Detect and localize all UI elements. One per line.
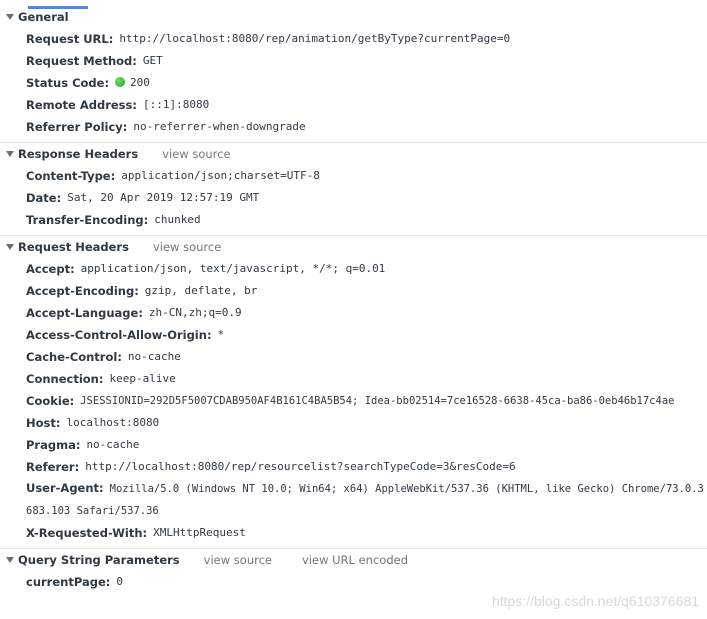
header-value: application/json, text/javascript, */*; … [80,262,386,275]
query-string-section: Query String Parameters view source view… [0,549,707,597]
header-key: Accept-Language: [26,306,143,320]
header-key: Referrer Policy: [26,120,128,134]
header-row: Accept: application/json, text/javascript… [0,258,707,280]
view-source-link[interactable]: view source [162,147,230,161]
header-value: 0 [116,575,123,588]
header-row: Transfer-Encoding: chunked [0,209,707,231]
header-key: User-Agent: [26,481,104,495]
header-value: gzip, deflate, br [144,284,258,297]
header-row: Cookie: JSESSIONID=292D5F5007CDAB950AF4B1… [0,390,707,412]
response-headers-header[interactable]: Response Headers view source [0,143,707,165]
expand-triangle-icon [6,14,14,20]
header-value: * [217,328,225,341]
expand-triangle-icon [6,557,14,563]
header-key: Access-Control-Allow-Origin: [26,328,212,342]
header-value: Sat, 20 Apr 2019 12:57:19 GMT [67,191,260,204]
header-value: chunked [154,213,201,226]
active-tab-indicator [28,6,88,9]
header-key: Cookie: [26,394,75,408]
section-title: Response Headers [18,147,139,161]
header-key: Pragma: [26,438,81,452]
header-key: Connection: [26,372,104,386]
header-value: keep-alive [109,372,176,385]
header-key: Accept: [26,262,75,276]
header-row: Request Method: GET [0,50,707,72]
view-source-link[interactable]: view source [204,553,272,567]
header-value: localhost:8080 [66,416,160,429]
header-row: Referer: http://localhost:8080/rep/resour… [0,456,707,478]
response-headers-section: Response Headers view source Content-Typ… [0,143,707,236]
header-key: Remote Address: [26,98,137,112]
header-key: Content-Type: [26,169,116,183]
header-key: currentPage: [26,575,111,589]
request-headers-header[interactable]: Request Headers view source [0,236,707,258]
query-string-header[interactable]: Query String Parameters view source view… [0,549,707,571]
tab-underline [0,6,707,9]
expand-triangle-icon [6,244,14,250]
header-value: JSESSIONID=292D5F5007CDAB950AF4B161C4BA5… [80,395,675,407]
watermark: https://blog.csdn.net/q610376681 [491,593,699,609]
section-title: General [18,10,69,24]
header-key: Date: [26,191,62,205]
general-section: General Request URL: http://localhost:808… [0,6,707,143]
header-value: Mozilla/5.0 (Windows NT 10.0; Win64; x64… [26,483,704,517]
header-key: Cache-Control: [26,350,122,364]
header-row: Connection: keep-alive [0,368,707,390]
header-value: 200 [130,76,150,89]
header-key: Host: [26,416,61,430]
header-row: Cache-Control: no-cache [0,346,707,368]
expand-triangle-icon [6,151,14,157]
header-key: Transfer-Encoding: [26,213,149,227]
header-key: Accept-Encoding: [26,284,139,298]
header-value: http://localhost:8080/rep/resourcelist?s… [85,460,516,473]
header-row: Accept-Language: zh-CN,zh;q=0.9 [0,302,707,324]
header-row: Date: Sat, 20 Apr 2019 12:57:19 GMT [0,187,707,209]
section-title: Request Headers [18,240,129,254]
header-value: XMLHttpRequest [153,526,246,539]
header-value: [::1]:8080 [142,98,210,111]
header-key: Status Code: [26,76,110,90]
section-title: Query String Parameters [18,553,180,567]
status-ok-dot-icon [115,77,126,87]
header-row: currentPage: 0 [0,571,707,593]
view-source-link[interactable]: view source [153,240,221,254]
header-row: Request URL: http://localhost:8080/rep/an… [0,28,707,50]
header-row: Accept-Encoding: gzip, deflate, br [0,280,707,302]
header-row: Status Code: 200 [0,72,707,94]
header-value: zh-CN,zh;q=0.9 [148,306,242,319]
header-value: application/json;charset=UTF-8 [121,169,320,182]
general-section-header[interactable]: General [0,6,707,28]
header-row: Remote Address: [::1]:8080 [0,94,707,116]
header-row: User-Agent: Mozilla/5.0 (Windows NT 10.0;… [0,478,707,522]
header-row: Host: localhost:8080 [0,412,707,434]
header-row: Referrer Policy: no-referrer-when-downgra… [0,116,707,138]
header-key: Request Method: [26,54,137,68]
header-value: no-cache [86,438,140,451]
header-value: http://localhost:8080/rep/animation/getB… [119,32,511,45]
request-headers-section: Request Headers view source Accept: appli… [0,236,707,549]
header-value: no-referrer-when-downgrade [133,120,306,133]
header-row: Pragma: no-cache [0,434,707,456]
header-key: Request URL: [26,32,114,46]
header-row: Access-Control-Allow-Origin: * [0,324,707,346]
header-row: X-Requested-With: XMLHttpRequest [0,522,707,544]
header-value: GET [142,54,163,67]
header-key: X-Requested-With: [26,526,148,540]
header-key: Referer: [26,460,80,474]
view-url-encoded-link[interactable]: view URL encoded [302,553,408,567]
header-value: no-cache [127,350,181,363]
header-row: Content-Type: application/json;charset=UT… [0,165,707,187]
